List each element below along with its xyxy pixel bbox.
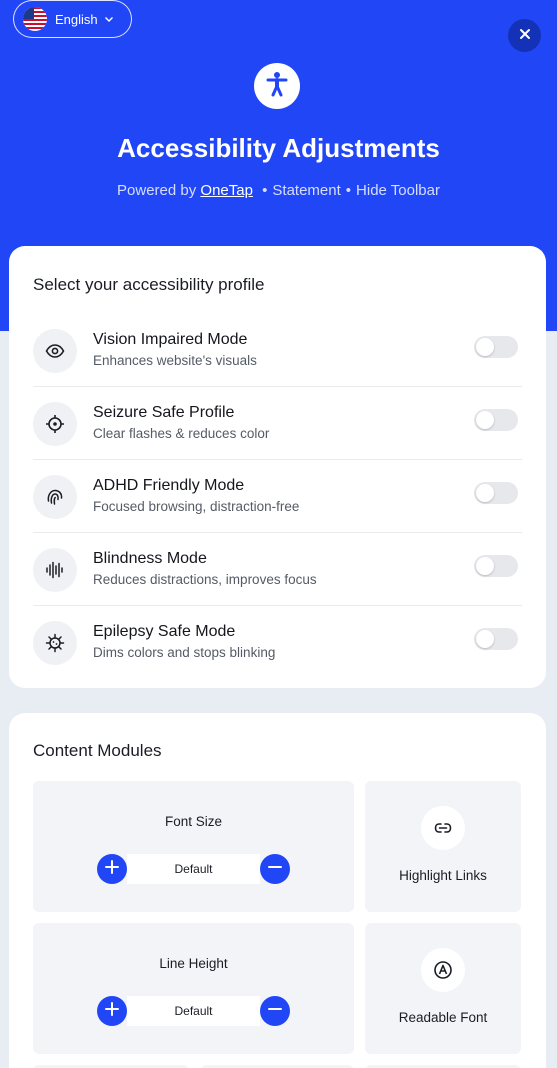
profile-description: Focused browsing, distraction-free [93, 499, 300, 514]
profile-row-blindness[interactable]: Blindness Mode Reduces distractions, imp… [33, 533, 522, 606]
language-selector[interactable]: English [13, 0, 132, 38]
crosshair-icon [33, 402, 77, 446]
line-height-label: Line Height [159, 956, 228, 971]
accessibility-person-icon [262, 69, 292, 104]
profile-description: Reduces distractions, improves focus [93, 572, 317, 587]
font-size-decrease-button[interactable] [260, 854, 290, 884]
line-height-decrease-button[interactable] [260, 996, 290, 1026]
profiles-heading: Select your accessibility profile [33, 275, 265, 294]
separator: • [345, 182, 352, 199]
toggle-knob [476, 557, 494, 575]
statement-link[interactable]: Statement [272, 182, 340, 199]
font-a-icon [421, 948, 465, 992]
close-button[interactable] [508, 19, 541, 52]
minus-icon [268, 860, 282, 879]
profile-name: Blindness Mode [93, 550, 207, 567]
plus-icon [105, 859, 119, 879]
audio-wave-icon [33, 548, 77, 592]
link-icon [421, 806, 465, 850]
line-height-increase-button[interactable] [97, 996, 127, 1026]
profile-description: Enhances website's visuals [93, 353, 257, 368]
toggle-knob [476, 630, 494, 648]
profile-row-epilepsy-safe[interactable]: Epilepsy Safe Mode Dims colors and stops… [33, 606, 522, 679]
us-flag-icon [23, 7, 47, 31]
accessibility-logo [254, 63, 300, 109]
powered-by-text: Powered by [117, 182, 197, 199]
eye-icon [33, 329, 77, 373]
content-modules-heading: Content Modules [33, 741, 162, 760]
chevron-down-icon [104, 12, 114, 27]
onetap-link[interactable]: OneTap [200, 182, 253, 199]
close-icon [519, 27, 531, 45]
readable-font-label: Readable Font [398, 1010, 488, 1025]
hide-toolbar-link[interactable]: Hide Toolbar [356, 182, 440, 199]
line-height-module: Line Height Default [33, 923, 354, 1054]
profile-name: Seizure Safe Profile [93, 404, 235, 421]
seizure-safe-toggle[interactable] [474, 409, 518, 431]
minus-icon [268, 1002, 282, 1021]
font-size-value: Default [127, 854, 260, 884]
plus-icon [105, 1001, 119, 1021]
vision-impaired-toggle[interactable] [474, 336, 518, 358]
page-title: Accessibility Adjustments [117, 133, 440, 163]
profile-row-adhd-friendly[interactable]: ADHD Friendly Mode Focused browsing, dis… [33, 460, 522, 533]
profile-description: Clear flashes & reduces color [93, 426, 270, 441]
toggle-knob [476, 411, 494, 429]
header-links: Powered by OneTap • Statement • Hide Toolba… [0, 182, 557, 199]
toggle-knob [476, 484, 494, 502]
epilepsy-safe-toggle[interactable] [474, 628, 518, 650]
line-height-value: Default [127, 996, 260, 1026]
highlight-links-tile[interactable]: Highlight Links [365, 781, 521, 912]
profiles-card: Select your accessibility profile Vision… [9, 246, 546, 688]
font-size-increase-button[interactable] [97, 854, 127, 884]
profile-row-vision-impaired[interactable]: Vision Impaired Mode Enhances website's … [33, 314, 522, 387]
toggle-knob [476, 338, 494, 356]
separator: • [262, 182, 268, 199]
readable-font-tile[interactable]: Readable Font [365, 923, 521, 1054]
language-label: English [55, 11, 98, 27]
highlight-links-label: Highlight Links [399, 868, 487, 883]
fingerprint-icon [33, 475, 77, 519]
profile-description: Dims colors and stops blinking [93, 645, 276, 660]
profile-row-seizure-safe[interactable]: Seizure Safe Profile Clear flashes & red… [33, 387, 522, 460]
blindness-toggle[interactable] [474, 555, 518, 577]
font-size-label: Font Size [164, 814, 223, 829]
adhd-friendly-toggle[interactable] [474, 482, 518, 504]
profile-name: Epilepsy Safe Mode [93, 623, 236, 640]
content-modules-card: Content Modules Font Size Default Highli… [9, 713, 546, 1068]
profile-name: Vision Impaired Mode [93, 331, 248, 348]
virus-icon [33, 621, 77, 665]
font-size-module: Font Size Default [33, 781, 354, 912]
profile-name: ADHD Friendly Mode [93, 477, 245, 494]
